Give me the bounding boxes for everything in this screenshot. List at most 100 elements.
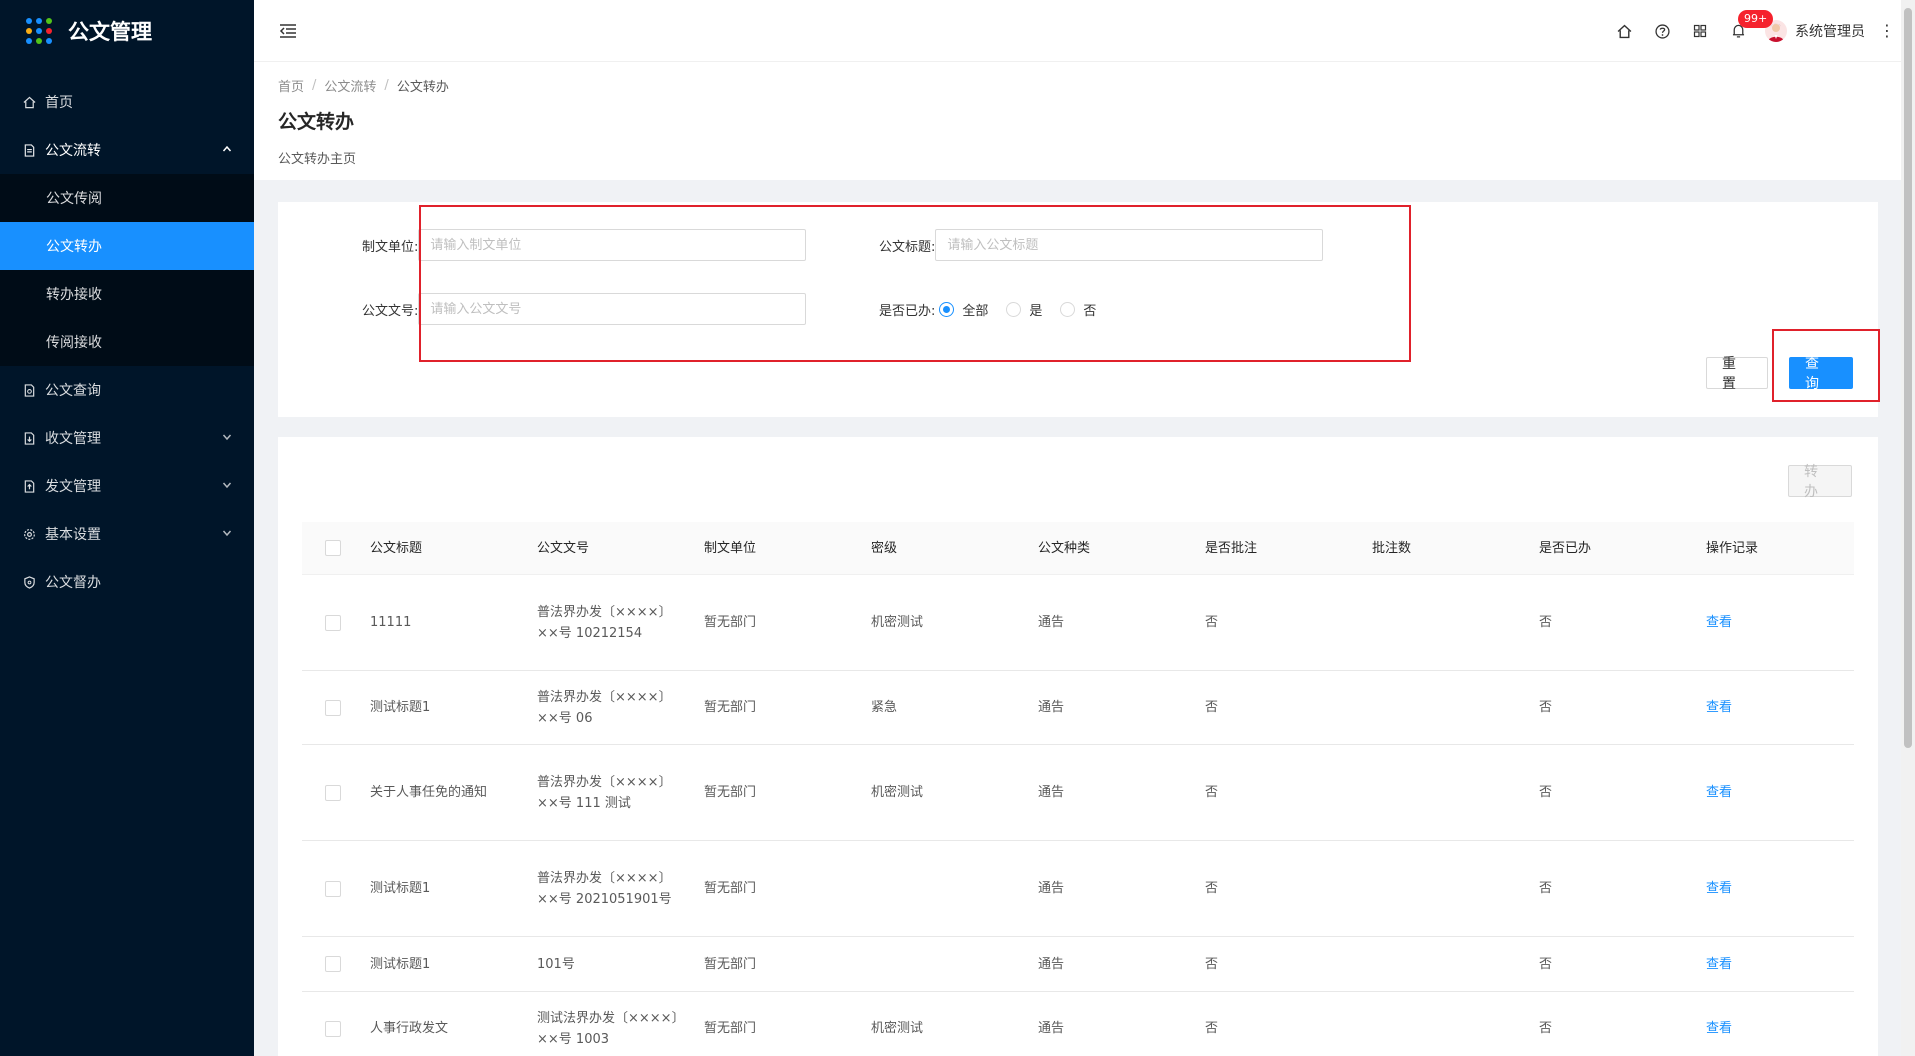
row-check-cell (302, 1020, 364, 1037)
sidebar-item-home[interactable]: 首页 (0, 78, 254, 126)
cell-docno: 测试法界办发〔××××〕××号 1003 (537, 1010, 685, 1047)
scrollbar-thumb[interactable] (1904, 8, 1912, 748)
sidebar-item-label: 公文督办 (45, 575, 101, 591)
reset-button[interactable]: 重置 (1706, 356, 1768, 392)
cell-annotated: 否 (1205, 881, 1219, 896)
breadcrumb-separator: / (312, 78, 317, 93)
cell-done: 否 (1539, 700, 1553, 715)
row-checkbox[interactable] (325, 699, 341, 716)
logo-dot (26, 28, 32, 34)
view-link[interactable]: 查看 (1706, 1021, 1732, 1036)
table-header: 公文标题 公文文号 制文单位 密级 公文种类 是否批注 批注数 是否已办 操作记… (302, 522, 1854, 575)
sidebar-item-supervise[interactable]: 公文督办 (0, 558, 254, 606)
doc-flow-submenu: 公文传阅 公文转办 转办接收 传阅接收 (0, 174, 254, 366)
column-header: 操作记录 (1706, 540, 1759, 556)
breadcrumb-separator: / (384, 78, 389, 93)
username[interactable]: 系统管理员 (1795, 21, 1865, 41)
more-vertical-icon[interactable]: ⋮ (1879, 23, 1895, 39)
cell-unit: 暂无部门 (704, 881, 757, 896)
cell-unit: 暂无部门 (704, 700, 757, 715)
app-logo[interactable]: 公文管理 (0, 0, 254, 62)
sidebar-item-inbox[interactable]: 收文管理 (0, 414, 254, 462)
unit-field-label: 制文单位: (362, 239, 419, 255)
row-check-cell (302, 880, 364, 897)
home-icon[interactable] (1605, 0, 1643, 62)
sidebar-item-label: 转办接收 (46, 287, 102, 303)
sidebar-item-outbox[interactable]: 发文管理 (0, 462, 254, 510)
chevron-down-icon (222, 528, 232, 541)
sidebar-item-label: 公文流转 (45, 143, 101, 159)
cell-unit: 暂无部门 (704, 1021, 757, 1036)
menu-fold-icon[interactable] (278, 21, 298, 41)
chevron-up-icon (222, 144, 232, 157)
cell-unit: 暂无部门 (704, 615, 757, 630)
column-header: 公文标题 (370, 540, 423, 556)
cell-annotated: 否 (1205, 1021, 1219, 1036)
cell-done: 否 (1539, 956, 1553, 972)
view-link[interactable]: 查看 (1706, 957, 1732, 972)
transfer-button[interactable]: 转办 (1788, 464, 1852, 500)
cell-type: 通告 (1038, 956, 1065, 972)
breadcrumb-item-doc-flow[interactable]: 公文流转 (324, 76, 376, 95)
sidebar-item-label: 基本设置 (45, 527, 101, 543)
cell-title: 关于人事任免的通知 (370, 785, 488, 800)
view-link[interactable]: 查看 (1706, 785, 1732, 800)
cell-annotated: 否 (1205, 615, 1219, 630)
sidebar-item-label: 公文转办 (46, 239, 102, 255)
sidebar-item-label: 收文管理 (45, 431, 101, 447)
view-link[interactable]: 查看 (1706, 700, 1732, 715)
breadcrumb-item-home[interactable]: 首页 (278, 76, 304, 95)
select-all-cell (302, 540, 364, 556)
sidebar-item-doc-flow[interactable]: 公文流转 (0, 126, 254, 174)
sidebar-subitem-circulate-receive[interactable]: 传阅接收 (0, 318, 254, 366)
sidebar-subitem-circulate[interactable]: 公文传阅 (0, 174, 254, 222)
column-header: 制文单位 (704, 540, 757, 556)
sidebar-item-label: 公文查询 (45, 383, 101, 399)
cell-done: 否 (1539, 881, 1553, 896)
help-icon[interactable] (1643, 0, 1681, 62)
logo-dot (36, 28, 42, 34)
row-checkbox[interactable] (325, 956, 341, 972)
sidebar-item-label: 传阅接收 (46, 335, 102, 351)
table-row: 测试标题1 普法界办发〔××××〕××号 06 暂无部门 紧急 通告 否 否 查… (302, 671, 1854, 745)
cell-op: 查看 (1700, 954, 1854, 975)
logo-dot (36, 38, 42, 44)
logo-dot (46, 38, 52, 44)
select-all-checkbox[interactable] (325, 540, 341, 556)
home-icon (22, 95, 36, 109)
cell-op: 查看 (1700, 697, 1854, 718)
row-checkbox[interactable] (325, 1020, 341, 1037)
view-link[interactable]: 查看 (1706, 881, 1732, 896)
cell-op: 查看 (1700, 878, 1854, 899)
notification-bell-icon[interactable]: 99+ (1719, 0, 1774, 62)
sidebar-item-label: 公文传阅 (46, 191, 102, 207)
apps-icon[interactable] (1681, 0, 1719, 62)
chevron-down-icon (222, 432, 232, 445)
result-table-card: 转办 公文标题 公文文号 制文单位 密级 公文种类 是否批注 批注数 是否已办 … (278, 437, 1878, 1056)
row-checkbox[interactable] (325, 880, 341, 897)
cell-unit: 暂无部门 (704, 785, 757, 800)
sidebar-item-settings[interactable]: 基本设置 (0, 510, 254, 558)
documents-table: 公文标题 公文文号 制文单位 密级 公文种类 是否批注 批注数 是否已办 操作记… (302, 522, 1854, 1056)
sidebar-subitem-transfer[interactable]: 公文转办 (0, 222, 254, 270)
table-row: 人事行政发文 测试法界办发〔××××〕××号 1003 暂无部门 机密测试 通告… (302, 992, 1854, 1056)
cell-unit: 暂无部门 (704, 956, 757, 972)
cell-title: 11111 (370, 615, 412, 630)
cell-level: 机密测试 (871, 1021, 924, 1036)
gear-icon (22, 527, 36, 541)
sidebar-item-doc-query[interactable]: 公文查询 (0, 366, 254, 414)
sidebar-subitem-transfer-receive[interactable]: 转办接收 (0, 270, 254, 318)
view-link[interactable]: 查看 (1706, 615, 1732, 630)
row-checkbox[interactable] (325, 784, 341, 801)
document-icon (22, 143, 36, 157)
table-row: 测试标题1 101号 暂无部门 通告 否 否 查看 (302, 937, 1854, 992)
page-header: 首页 / 公文流转 / 公文转办 公文转办 公文转办主页 (254, 62, 1915, 180)
row-checkbox[interactable] (325, 614, 341, 631)
outbox-file-icon (22, 479, 36, 493)
document-search-icon (22, 383, 36, 397)
cell-annotated: 否 (1205, 785, 1219, 800)
page-scrollbar[interactable] (1901, 0, 1915, 1056)
docno-field-label: 公文文号: (362, 303, 419, 319)
row-check-cell (302, 614, 364, 631)
header-actions: 99+ 系统管理员 ⋮ (1605, 0, 1895, 62)
